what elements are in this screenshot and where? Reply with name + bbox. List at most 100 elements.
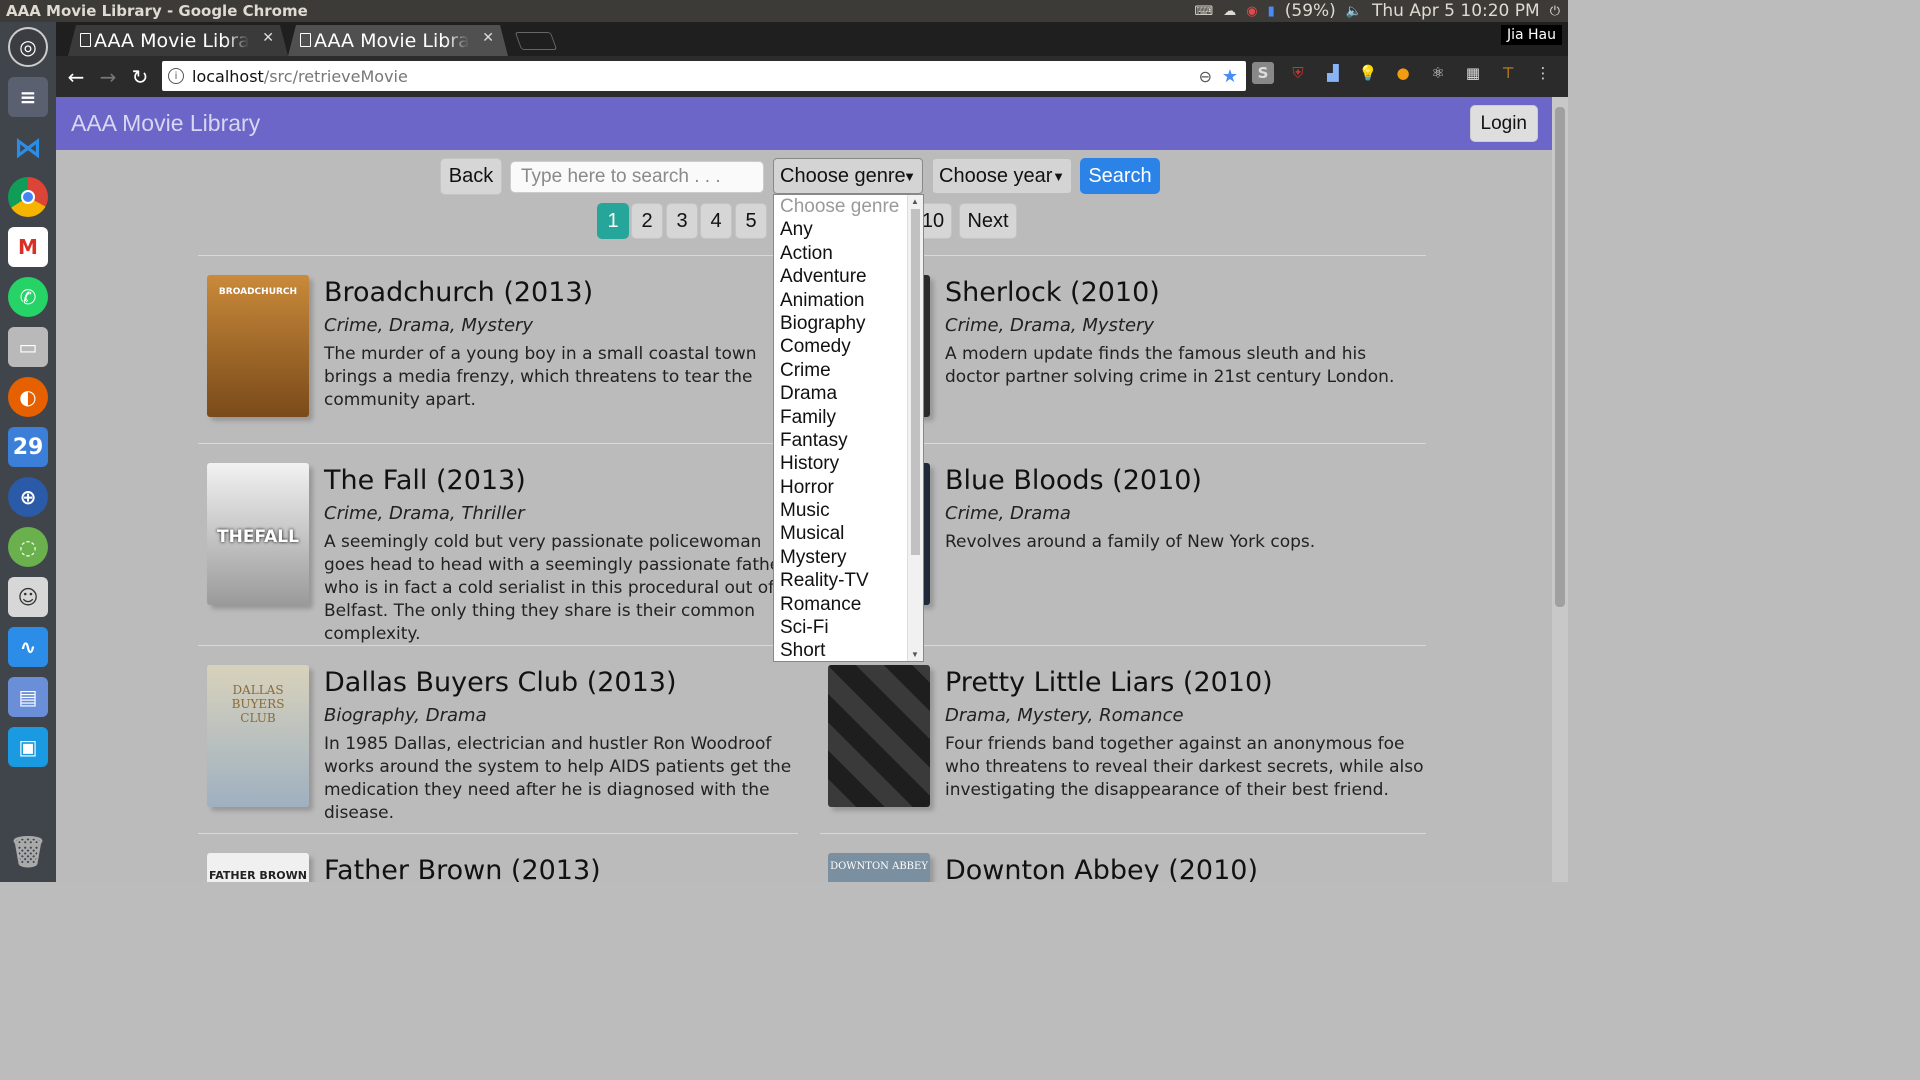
trash-icon[interactable]: 🗑 (8, 832, 48, 872)
movie-title[interactable]: Dallas Buyers Club (2013) (324, 667, 676, 698)
genre-option[interactable]: History (774, 452, 923, 475)
genre-option[interactable]: Mystery (774, 546, 923, 569)
genre-option[interactable]: Action (774, 242, 923, 265)
battery-percent[interactable]: (59%) (1285, 1, 1336, 21)
genre-option[interactable]: Reality-TV (774, 569, 923, 592)
genre-select[interactable]: Choose genre ▼ (773, 158, 923, 194)
bookmark-star-icon[interactable]: ★ (1222, 66, 1238, 87)
keyboard-icon[interactable]: ⌨ (1195, 4, 1214, 19)
ubuntu-icon[interactable]: ◎ (8, 27, 48, 67)
movie-title[interactable]: Pretty Little Liars (2010) (945, 667, 1273, 698)
genre-option[interactable]: Short (774, 639, 923, 661)
movie-title[interactable]: Father Brown (2013) (324, 855, 601, 882)
power-icon[interactable]: ⏻ (1550, 4, 1560, 19)
page-scrollbar[interactable] (1552, 97, 1568, 882)
genre-option[interactable]: Family (774, 406, 923, 429)
genre-option[interactable]: Music (774, 499, 923, 522)
address-bar[interactable]: i localhost/src/retrieveMovie ⊖ ★ (162, 61, 1246, 91)
movie-title[interactable]: The Fall (2013) (324, 465, 526, 496)
extension-grid-icon[interactable]: ▦ (1462, 62, 1484, 84)
browser-tab-active[interactable]: AAA Movie Library ✕ (288, 25, 508, 56)
genre-dropdown-list[interactable]: Choose genre Any Action Adventure Animat… (773, 194, 924, 662)
genre-option[interactable]: Drama (774, 382, 923, 405)
page-3[interactable]: 3 (666, 203, 698, 239)
react-devtools-icon[interactable]: ⚛ (1427, 62, 1449, 84)
vscode-icon[interactable]: ⋈ (8, 127, 48, 167)
movie-title[interactable]: Broadchurch (2013) (324, 277, 593, 308)
battery-icon[interactable]: ▮ (1268, 4, 1275, 19)
firefox-icon[interactable]: ◐ (8, 377, 48, 417)
movie-poster[interactable]: FATHER BROWN (207, 853, 309, 882)
genre-option[interactable]: Biography (774, 312, 923, 335)
genre-option[interactable]: Animation (774, 289, 923, 312)
page-scroll-thumb[interactable] (1555, 107, 1565, 607)
genre-option[interactable]: Sci-Fi (774, 616, 923, 639)
movie-poster[interactable]: DALLAS BUYERS CLUB (207, 665, 309, 807)
next-page-button[interactable]: Next (959, 203, 1017, 239)
page-1[interactable]: 1 (597, 203, 629, 239)
contacts-icon[interactable]: ☺ (8, 577, 48, 617)
workspace-icon[interactable]: ▣ (8, 727, 48, 767)
movie-title[interactable]: Blue Bloods (2010) (945, 465, 1202, 496)
browser-tab[interactable]: AAA Movie Library ✕ (68, 25, 288, 56)
dropdown-scrollbar[interactable]: ▲ ▼ (907, 195, 923, 661)
calendar-icon[interactable]: 29 (8, 427, 48, 467)
chrome-icon[interactable] (8, 177, 48, 217)
dropdown-scroll-thumb[interactable] (911, 209, 920, 555)
genre-option[interactable]: Any (774, 218, 923, 241)
clock[interactable]: Thu Apr 5 10:20 PM (1372, 1, 1540, 21)
close-tab-icon[interactable]: ✕ (262, 30, 274, 46)
messaging-icon[interactable]: ◌ (8, 527, 48, 567)
extension-orange-icon[interactable]: ● (1392, 62, 1414, 84)
globe-icon[interactable]: ⊕ (8, 477, 48, 517)
whatsapp-icon[interactable]: ✆ (8, 277, 48, 317)
settings-icon[interactable]: ≡ (8, 77, 48, 117)
back-arrow-icon[interactable]: ← (60, 61, 92, 93)
movie-poster[interactable] (828, 665, 930, 807)
document-icon[interactable]: ▤ (8, 677, 48, 717)
info-icon[interactable]: i (168, 68, 184, 84)
back-button[interactable]: Back (440, 158, 502, 195)
zoom-icon[interactable]: ⊖ (1199, 67, 1212, 86)
forward-arrow-icon[interactable]: → (92, 61, 124, 93)
year-select-label: Choose year (939, 164, 1053, 187)
extension-bulb-icon[interactable]: 💡 (1357, 62, 1379, 84)
genre-option[interactable]: Romance (774, 593, 923, 616)
menu-icon[interactable]: ⋮ (1532, 62, 1554, 84)
genre-option[interactable]: Horror (774, 476, 923, 499)
movie-poster[interactable]: DOWNTON ABBEY (828, 853, 930, 882)
dropbox-icon[interactable]: ☁ (1223, 4, 1236, 19)
page-4[interactable]: 4 (700, 203, 732, 239)
volume-icon[interactable]: 🔈 (1346, 4, 1362, 19)
movie-poster[interactable]: THEFALL (207, 463, 309, 605)
genre-option[interactable]: Crime (774, 359, 923, 382)
genre-option[interactable]: Comedy (774, 335, 923, 358)
search-input[interactable]: Type here to search . . . (510, 161, 764, 193)
new-tab-button[interactable] (514, 32, 558, 50)
page-2[interactable]: 2 (631, 203, 663, 239)
files-icon[interactable]: ▭ (8, 327, 48, 367)
genre-option[interactable]: Musical (774, 522, 923, 545)
brand[interactable]: AAA Movie Library (71, 110, 260, 137)
profile-name[interactable]: Jia Hau (1500, 25, 1562, 45)
close-tab-icon[interactable]: ✕ (482, 30, 494, 46)
movie-poster[interactable]: BROADCHURCH (207, 275, 309, 417)
vpn-icon[interactable]: ◉ (1246, 4, 1257, 19)
scroll-down-icon[interactable]: ▼ (911, 650, 919, 659)
ublock-icon[interactable]: ⛨ (1287, 62, 1309, 84)
scroll-up-icon[interactable]: ▲ (911, 197, 919, 206)
extension-s-icon[interactable]: S (1252, 62, 1274, 84)
movie-title[interactable]: Sherlock (2010) (945, 277, 1160, 308)
extension-bed-icon[interactable]: ▟ (1322, 62, 1344, 84)
reload-icon[interactable]: ↻ (124, 61, 156, 93)
login-button[interactable]: Login (1469, 105, 1538, 142)
monitor-icon[interactable]: ∿ (8, 627, 48, 667)
movie-title[interactable]: Downton Abbey (2010) (945, 855, 1258, 882)
page-5[interactable]: 5 (735, 203, 767, 239)
genre-option[interactable]: Adventure (774, 265, 923, 288)
search-button[interactable]: Search (1080, 158, 1160, 194)
extension-t-icon[interactable]: ⊤ (1497, 62, 1519, 84)
gmail-icon[interactable]: M (8, 227, 48, 267)
genre-option[interactable]: Fantasy (774, 429, 923, 452)
year-select[interactable]: Choose year ▼ (932, 158, 1072, 194)
